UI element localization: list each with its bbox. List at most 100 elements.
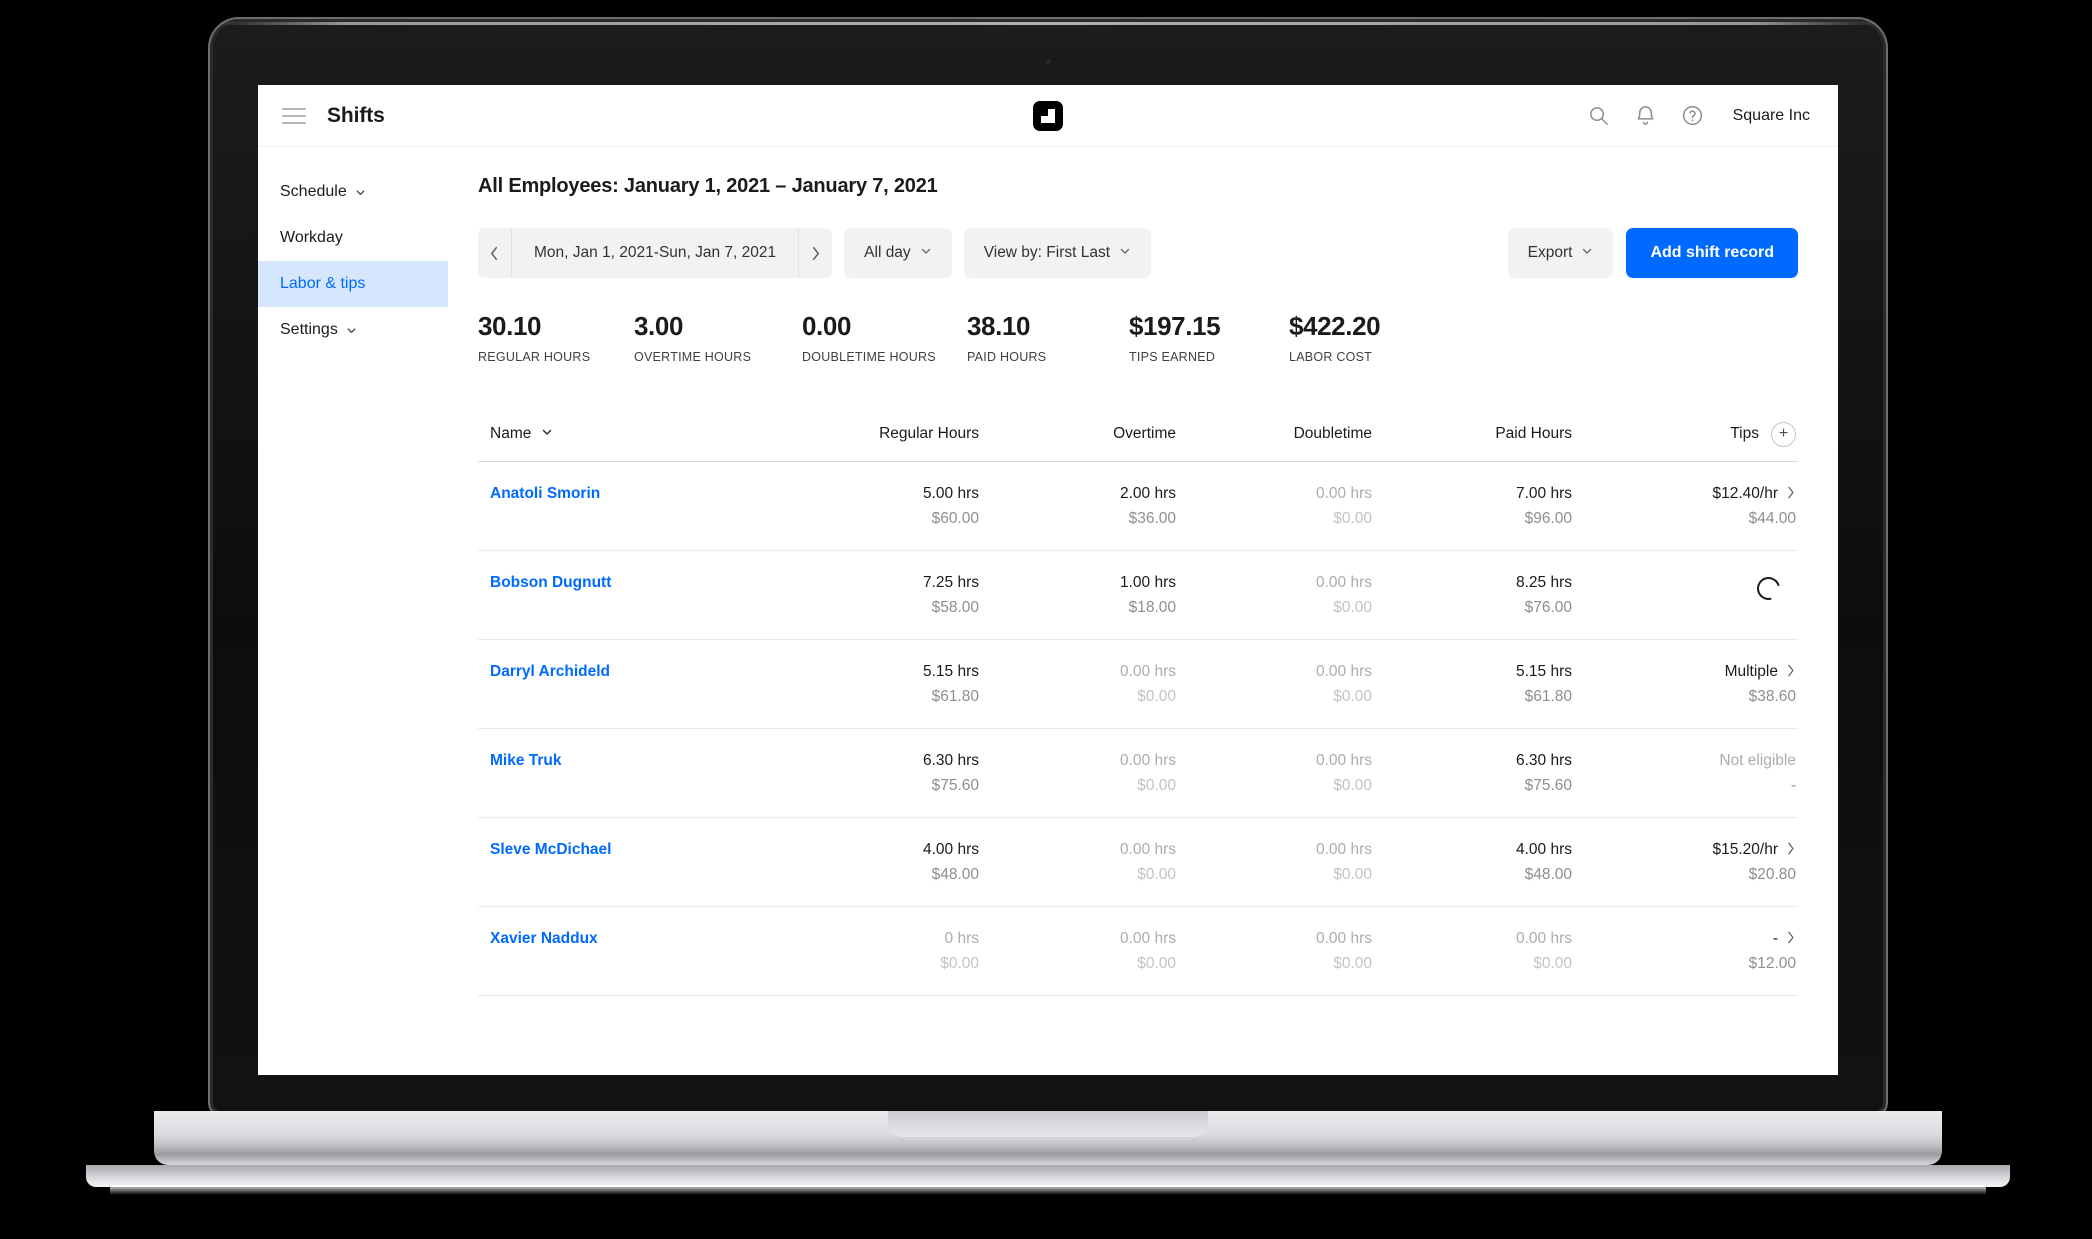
cell-amount: $0.00 bbox=[1333, 598, 1372, 616]
cell-amount: $61.80 bbox=[1524, 687, 1572, 705]
cell-doubletime: 0.00 hrs $0.00 bbox=[1176, 841, 1372, 884]
view-by-label: View by: First Last bbox=[983, 244, 1111, 261]
employee-name-link[interactable]: Anatoli Smorin bbox=[490, 485, 766, 503]
table-row[interactable]: Darryl Archideld 5.15 hrs $61.80 0.00 hrs $0… bbox=[478, 640, 1798, 729]
cell-regular-hours: 4.00 hrs $48.00 bbox=[766, 841, 979, 884]
stat-doubletime-hours: 0.00 DOUBLETIME HOURS bbox=[802, 312, 967, 364]
cell-amount: $76.00 bbox=[1524, 598, 1572, 616]
sidebar-item-label: Settings bbox=[280, 321, 338, 338]
main-content: All Employees: January 1, 2021 – January… bbox=[448, 147, 1838, 1075]
summary-stats: 30.10 REGULAR HOURS 3.00 OVERTIME HOURS … bbox=[478, 312, 1798, 364]
employee-name-link[interactable]: Xavier Naddux bbox=[490, 930, 766, 948]
column-header-overtime[interactable]: Overtime bbox=[979, 425, 1176, 443]
column-header-regular-hours[interactable]: Regular Hours bbox=[766, 425, 979, 443]
cell-tips: Multiple $38.60 bbox=[1572, 663, 1796, 706]
tips-rate-link[interactable]: - bbox=[1773, 930, 1796, 948]
chevron-down-icon bbox=[355, 187, 366, 198]
cell-amount: $96.00 bbox=[1524, 509, 1572, 527]
sidebar-item-settings[interactable]: Settings bbox=[258, 307, 448, 353]
laptop-foot-shadow bbox=[110, 1185, 1986, 1195]
employee-name-link[interactable]: Sleve McDichael bbox=[490, 841, 766, 859]
stat-value: 3.00 bbox=[634, 311, 684, 341]
sidebar-item-workday[interactable]: Workday bbox=[258, 215, 448, 261]
cell-name: Anatoli Smorin bbox=[490, 485, 766, 503]
cell-amount: $0.00 bbox=[1137, 687, 1176, 705]
org-name[interactable]: Square Inc bbox=[1733, 107, 1810, 125]
table-row[interactable]: Mike Truk 6.30 hrs $75.60 0.00 hrs $0.00 0.00… bbox=[478, 729, 1798, 818]
laptop-screen: Shifts Square Inc Schedule Workday Labor… bbox=[258, 85, 1838, 1075]
tips-amount: $12.00 bbox=[1748, 954, 1796, 972]
cell-doubletime: 0.00 hrs $0.00 bbox=[1176, 752, 1372, 795]
table-header-row: Name Regular Hours Overtime Doubletime P… bbox=[478, 421, 1798, 462]
cell-hours: 8.25 hrs bbox=[1515, 573, 1572, 591]
cell-hours: 0.00 hrs bbox=[1515, 929, 1572, 947]
table-row[interactable]: Anatoli Smorin 5.00 hrs $60.00 2.00 hrs $36.… bbox=[478, 462, 1798, 551]
laptop-foot bbox=[86, 1165, 2010, 1187]
stat-label: DOUBLETIME HOURS bbox=[802, 349, 936, 364]
cell-amount: $0.00 bbox=[940, 954, 979, 972]
tips-rate-link[interactable]: $12.40/hr bbox=[1713, 485, 1797, 503]
tips-rate: - bbox=[1772, 929, 1778, 947]
chevron-right-icon bbox=[1785, 486, 1796, 502]
employee-name-link[interactable]: Bobson Dugnutt bbox=[490, 574, 766, 592]
sidebar-item-schedule[interactable]: Schedule bbox=[258, 169, 448, 215]
table-row[interactable]: Xavier Naddux 0 hrs $0.00 0.00 hrs $0.00 0.00… bbox=[478, 907, 1798, 996]
date-range-navigator: Mon, Jan 1, 2021-Sun, Jan 7, 2021 bbox=[478, 228, 833, 278]
table-body: Anatoli Smorin 5.00 hrs $60.00 2.00 hrs $36.… bbox=[478, 462, 1798, 996]
add-column-button[interactable]: + bbox=[1771, 421, 1796, 447]
cell-hours: 0.00 hrs bbox=[1315, 484, 1372, 502]
cell-amount: $60.00 bbox=[931, 509, 979, 527]
cell-paid-hours: 4.00 hrs $48.00 bbox=[1372, 841, 1572, 884]
cell-hours: 7.00 hrs bbox=[1515, 484, 1572, 502]
cell-hours: 0.00 hrs bbox=[1119, 662, 1176, 680]
tips-rate-link[interactable]: Multiple bbox=[1725, 663, 1796, 681]
column-header-name[interactable]: Name bbox=[490, 425, 766, 443]
cell-overtime: 2.00 hrs $36.00 bbox=[979, 485, 1176, 528]
cell-hours: 0.00 hrs bbox=[1315, 573, 1372, 591]
employee-name-link[interactable]: Darryl Archideld bbox=[490, 663, 766, 681]
stat-paid-hours: 38.10 PAID HOURS bbox=[967, 312, 1129, 364]
cell-amount: $0.00 bbox=[1137, 776, 1176, 794]
date-range-label[interactable]: Mon, Jan 1, 2021-Sun, Jan 7, 2021 bbox=[512, 228, 799, 278]
stat-labor-cost: $422.20 LABOR COST bbox=[1289, 312, 1381, 364]
table-row[interactable]: Bobson Dugnutt 7.25 hrs $58.00 1.00 hrs $18.… bbox=[478, 551, 1798, 640]
hamburger-icon[interactable] bbox=[282, 107, 306, 124]
cell-amount: $58.00 bbox=[931, 598, 979, 616]
chevron-down-icon bbox=[346, 325, 357, 336]
stat-overtime-hours: 3.00 OVERTIME HOURS bbox=[634, 312, 802, 364]
cell-amount: $0.00 bbox=[1333, 687, 1372, 705]
table-row[interactable]: Sleve McDichael 4.00 hrs $48.00 0.00 hrs $0.… bbox=[478, 818, 1798, 907]
next-period-button[interactable] bbox=[798, 228, 833, 278]
cell-regular-hours: 5.15 hrs $61.80 bbox=[766, 663, 979, 706]
question-circle-icon[interactable] bbox=[1680, 103, 1706, 129]
stat-tips-earned: $197.15 TIPS EARNED bbox=[1129, 312, 1289, 364]
cell-hours: 4.00 hrs bbox=[922, 840, 979, 858]
add-shift-record-button[interactable]: Add shift record bbox=[1626, 228, 1798, 278]
cell-amount: $0.00 bbox=[1137, 865, 1176, 883]
column-header-doubletime[interactable]: Doubletime bbox=[1176, 425, 1372, 443]
sidebar-item-labor-and-tips[interactable]: Labor & tips bbox=[258, 261, 448, 307]
cell-amount: $61.80 bbox=[931, 687, 979, 705]
cell-doubletime: 0.00 hrs $0.00 bbox=[1176, 485, 1372, 528]
time-filter-dropdown[interactable]: All day bbox=[844, 228, 952, 278]
loading-spinner-icon bbox=[1752, 572, 1785, 604]
bell-icon[interactable] bbox=[1633, 103, 1659, 129]
stat-label: REGULAR HOURS bbox=[478, 349, 591, 364]
app-header: Shifts Square Inc bbox=[258, 85, 1838, 147]
column-header-paid-hours[interactable]: Paid Hours bbox=[1372, 425, 1572, 443]
tips-rate-link[interactable]: $15.20/hr bbox=[1713, 841, 1797, 859]
stat-value: 0.00 bbox=[802, 311, 852, 341]
employee-name-link[interactable]: Mike Truk bbox=[490, 752, 766, 770]
chevron-down-icon bbox=[1581, 244, 1593, 262]
column-label: Name bbox=[490, 425, 532, 443]
cell-doubletime: 0.00 hrs $0.00 bbox=[1176, 663, 1372, 706]
export-button[interactable]: Export bbox=[1507, 228, 1614, 278]
column-header-tips: Tips + bbox=[1572, 421, 1796, 447]
previous-period-button[interactable] bbox=[478, 228, 512, 278]
search-icon[interactable] bbox=[1586, 103, 1612, 129]
cell-hours: 4.00 hrs bbox=[1515, 840, 1572, 858]
view-by-dropdown[interactable]: View by: First Last bbox=[963, 228, 1152, 278]
chevron-right-icon bbox=[1785, 842, 1796, 858]
tips-status: Not eligible bbox=[1719, 751, 1796, 769]
cell-paid-hours: 7.00 hrs $96.00 bbox=[1372, 485, 1572, 528]
